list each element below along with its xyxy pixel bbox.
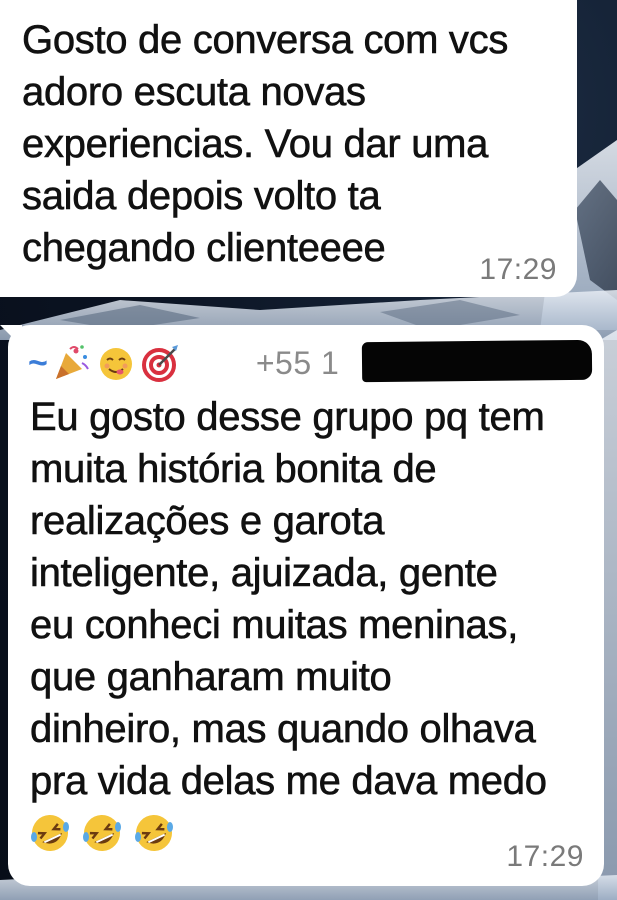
- party-popper-icon: [55, 345, 89, 379]
- message-text: Eu gosto desse grupo pq tem muita histór…: [30, 395, 548, 804]
- rolling-on-floor-laughing-icon: [31, 815, 69, 851]
- message-bubble[interactable]: ~ +55 1 Eu gosto desse grupo pq tem muit…: [8, 325, 604, 886]
- sender-phone: +55 1: [255, 344, 340, 381]
- message-timestamp: 17:29: [479, 253, 557, 286]
- emoji-row: [28, 811, 584, 855]
- rolling-on-floor-laughing-icon: [135, 815, 173, 851]
- face-savoring-icon: [99, 348, 132, 380]
- rolling-on-floor-laughing-icon: [83, 815, 121, 851]
- message-timestamp: 17:29: [506, 840, 584, 873]
- message-text: Gosto de conversa com vcs adoro escuta n…: [22, 18, 509, 271]
- sender-emoji-name: [52, 343, 180, 383]
- direct-hit-icon: [141, 345, 178, 382]
- message-bubble[interactable]: Gosto de conversa com vcs adoro escuta n…: [0, 0, 577, 297]
- redaction-mark: [361, 339, 593, 383]
- sender-prefix: ~: [28, 343, 48, 382]
